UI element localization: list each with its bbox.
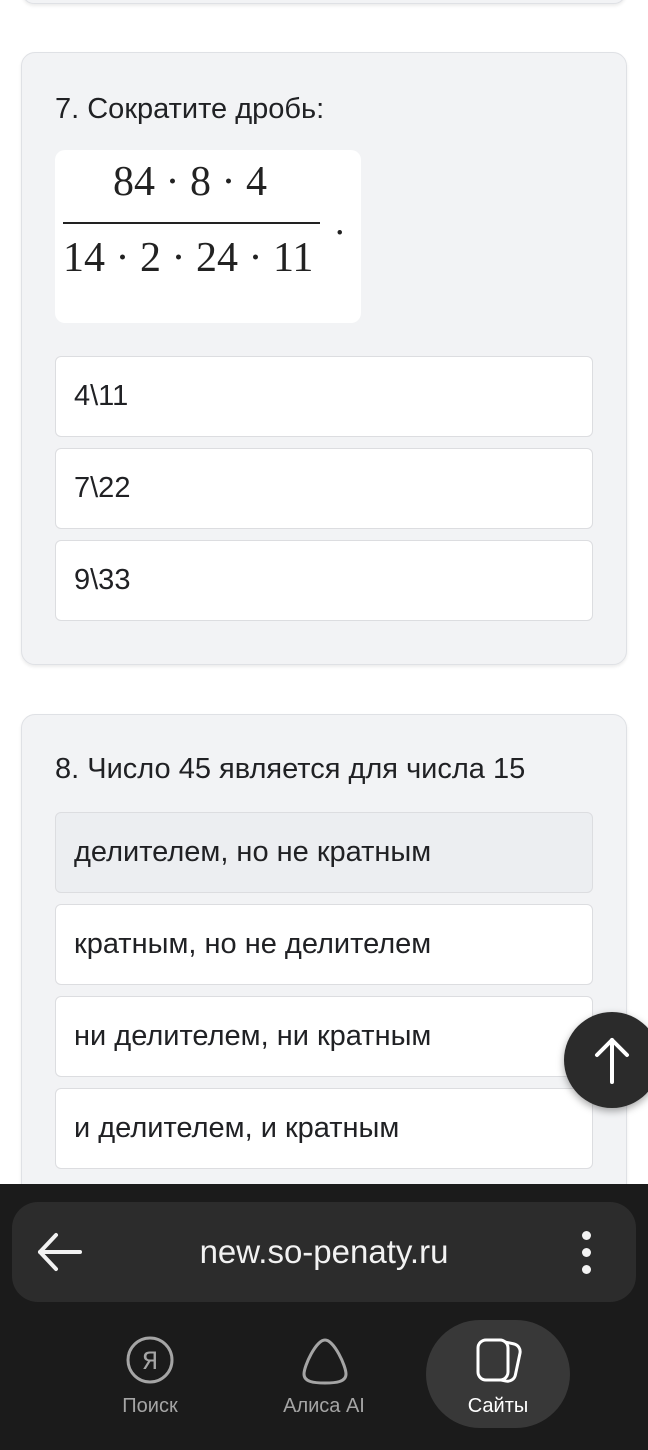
answer-option[interactable]: и делителем, и кратным <box>55 1088 593 1169</box>
answer-option[interactable]: 9\33 <box>55 540 593 621</box>
address-bar[interactable]: new.so-penaty.ru <box>12 1202 636 1302</box>
tab-label: Сайты <box>467 1395 529 1417</box>
svg-text:Я: Я <box>142 1347 159 1375</box>
answer-option-label: 9\33 <box>74 564 131 596</box>
fraction-bar <box>63 222 320 224</box>
tab-alice[interactable]: Алиса AI <box>252 1320 396 1428</box>
address-url[interactable]: new.so-penaty.ru <box>12 1233 636 1271</box>
answer-option[interactable]: 7\22 <box>55 448 593 529</box>
answer-option[interactable]: 4\11 <box>55 356 593 437</box>
question-card-8: 8. Число 45 является для числа 15 делите… <box>21 714 627 1236</box>
answer-option-label: и делителем, и кратным <box>74 1112 400 1144</box>
tab-label: Поиск <box>122 1395 178 1417</box>
tab-search[interactable]: Я Поиск <box>78 1320 222 1428</box>
fraction-image: 84 · 8 · 4 14 · 2 · 24 · 11 . <box>55 150 361 323</box>
sites-icon <box>476 1338 522 1383</box>
answer-option-label: 7\22 <box>74 472 131 504</box>
previous-question-card <box>22 0 626 4</box>
tab-sites[interactable]: Сайты <box>426 1320 570 1428</box>
answer-option[interactable]: кратным, но не делителем <box>55 904 593 985</box>
alice-icon <box>302 1338 348 1385</box>
answer-option-label: кратным, но не делителем <box>74 928 432 960</box>
yandex-search-icon: Я <box>126 1336 174 1384</box>
answer-option[interactable]: ни делителем, ни кратным <box>55 996 593 1077</box>
tab-label: Алиса AI <box>283 1395 365 1417</box>
fraction-numerator: 84 · 8 · 4 <box>113 159 267 205</box>
more-vertical-icon[interactable] <box>572 1226 602 1278</box>
fraction-trailing-period: . <box>335 201 345 243</box>
question-title: 8. Число 45 является для числа 15 <box>55 753 526 785</box>
answer-option-label: 4\11 <box>74 380 129 412</box>
answer-option-label: ни делителем, ни кратным <box>74 1020 432 1052</box>
question-title: 7. Сократите дробь: <box>55 93 325 125</box>
question-card-7: 7. Сократите дробь: 84 · 8 · 4 14 · 2 · … <box>21 52 627 665</box>
fraction-denominator: 14 · 2 · 24 · 11 <box>63 235 314 281</box>
answer-option-selected[interactable]: делителем, но не кратным <box>55 812 593 893</box>
browser-bottom-bar: new.so-penaty.ru Я Поиск Алиса AI Сайты <box>0 1184 648 1450</box>
arrow-up-icon <box>595 1038 629 1084</box>
answer-option-label: делителем, но не кратным <box>74 836 432 868</box>
